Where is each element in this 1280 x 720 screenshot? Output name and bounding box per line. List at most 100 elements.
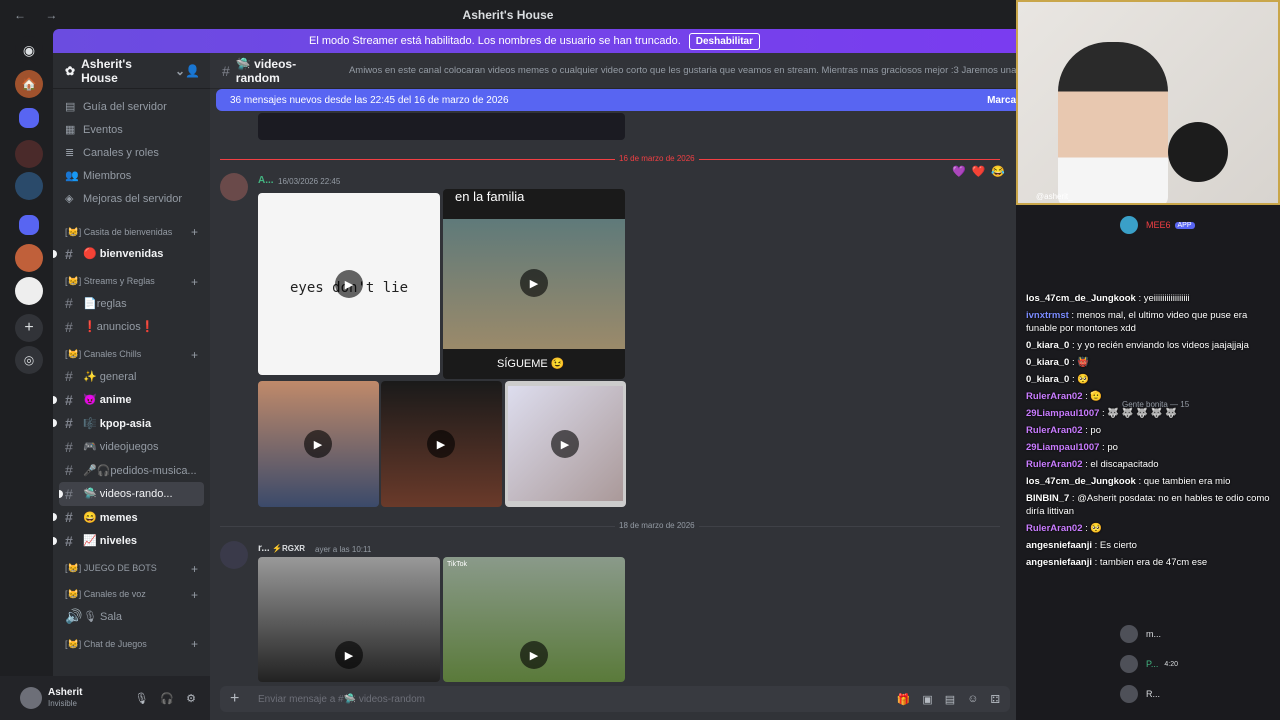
disable-streamer-button[interactable]: Deshabilitar xyxy=(688,32,761,50)
create-channel-icon[interactable]: + xyxy=(191,637,198,651)
create-channel-icon[interactable]: + xyxy=(191,348,198,362)
channel-category[interactable]: [😸] Streams y Reglas + xyxy=(53,272,210,292)
channel-item[interactable]: # 📄reglas xyxy=(53,292,210,316)
folder-icon[interactable] xyxy=(19,108,39,128)
channel-category[interactable]: [😸] JUEGO DE BOTS + xyxy=(53,559,210,579)
play-icon[interactable]: ▶ xyxy=(335,270,363,298)
avatar[interactable] xyxy=(220,541,248,569)
channel-category[interactable]: [😸] Casita de bienvenidas + xyxy=(53,222,210,242)
create-channel-icon[interactable]: + xyxy=(191,588,198,602)
reaction-laugh[interactable]: 😂 xyxy=(991,165,1005,178)
channel-category[interactable]: [😸] Canales Chills + xyxy=(53,345,210,365)
channel-label: 🎮 videojuegos xyxy=(83,441,159,454)
explore-icon[interactable]: ◎ xyxy=(15,346,43,374)
play-icon[interactable]: ▶ xyxy=(520,641,548,669)
video-attachment[interactable]: ▶ xyxy=(258,557,440,682)
channel-item[interactable]: 🔊 🎙 Sala xyxy=(53,605,210,629)
create-channel-icon[interactable]: + xyxy=(191,225,198,239)
new-messages-bar[interactable]: 36 mensajes nuevos desde las 22:45 del 1… xyxy=(216,89,1016,111)
emoji-icon[interactable]: ☺ xyxy=(967,693,978,706)
channel-item[interactable]: # ✨ general xyxy=(53,365,210,389)
server-header[interactable]: ✿ Asherit's House ⌄ 👤 xyxy=(53,53,210,89)
create-channel-icon[interactable]: + xyxy=(191,562,198,576)
member-item[interactable]: R... xyxy=(1120,679,1280,709)
mark-as-read-button[interactable]: Marca xyxy=(987,95,1016,106)
chat-text: Es cierto xyxy=(1099,540,1137,551)
discord-home-icon[interactable]: ◉ xyxy=(15,36,43,64)
server-icon-3[interactable] xyxy=(15,172,43,200)
channel-label: 🎼 kpop-asia xyxy=(83,417,152,430)
message-author[interactable]: A... xyxy=(258,175,274,186)
avatar[interactable] xyxy=(220,173,248,201)
add-server-icon[interactable]: + xyxy=(15,314,43,342)
video-attachment[interactable]: en la familia SÍGUEME 😉 ▶ xyxy=(443,189,625,379)
hash-icon: # xyxy=(65,295,73,312)
reaction-purple-heart[interactable]: 💜 xyxy=(952,165,966,178)
microphone-icon[interactable]: 🎙 xyxy=(134,692,148,705)
message-author[interactable]: r... xyxy=(258,543,270,554)
play-icon[interactable]: ▶ xyxy=(427,430,455,458)
channel-label: 📄reglas xyxy=(83,297,127,310)
channel-item[interactable]: # 🎮 videojuegos xyxy=(53,435,210,459)
hash-icon: # xyxy=(65,318,73,335)
channel-item[interactable]: # 😈 anime xyxy=(53,388,210,412)
folder-icon-2[interactable] xyxy=(19,215,39,235)
server-icon-2[interactable] xyxy=(15,140,43,168)
chat-message: 29Liampaul1007 : 🐺 🐺 🐺 🐺 🐺 xyxy=(1026,407,1270,420)
avatar[interactable] xyxy=(20,687,42,709)
channel-item[interactable]: # 🛸 videos-rando... xyxy=(59,482,204,506)
channel-label: ❗anuncios❗ xyxy=(83,321,155,334)
channel-item[interactable]: # 📈 niveles xyxy=(53,529,210,553)
settings-gear-icon[interactable]: ⚙ xyxy=(186,692,196,705)
member-item[interactable]: MEE6 APP xyxy=(1120,210,1280,240)
channel-label: 🛸 videos-rando... xyxy=(83,488,173,501)
channel-item[interactable]: # 🎼 kpop-asia xyxy=(53,412,210,436)
apps-icon[interactable]: ⚃ xyxy=(990,693,1000,706)
play-icon[interactable]: ▶ xyxy=(551,430,579,458)
channel-item[interactable]: # 😄 memes xyxy=(53,506,210,530)
headphones-icon[interactable]: 🎧 xyxy=(160,692,174,705)
unread-indicator xyxy=(59,489,63,498)
chat-message: los_47cm_de_Jungkook : que tambien era m… xyxy=(1026,475,1270,488)
play-icon[interactable]: ▶ xyxy=(304,430,332,458)
sticker-icon[interactable]: ▤ xyxy=(945,693,955,706)
chat-message: ivnxtrmst : menos mal, el ultimo video q… xyxy=(1026,309,1270,335)
channel-category[interactable]: [😸] Chat de Juegos + xyxy=(53,634,210,654)
chat-nickname: los_47cm_de_Jungkook xyxy=(1026,476,1136,487)
server-icon-5[interactable] xyxy=(15,277,43,305)
server-icon-4[interactable] xyxy=(15,244,43,272)
message-composer[interactable]: + Enviar mensaje a #🛸 videos-random 🎁 ▣ … xyxy=(220,686,1010,712)
server-menu-item[interactable]: ▦ Eventos xyxy=(53,118,210,141)
add-attachment-icon[interactable]: + xyxy=(230,690,239,708)
member-item[interactable]: m... xyxy=(1120,619,1280,649)
member-item[interactable]: P... 4:20 xyxy=(1120,649,1280,679)
channel-item[interactable]: # 🎤🎧pedidos-musica... xyxy=(53,459,210,483)
date-divider-label: 16 de marzo de 2026 xyxy=(615,154,699,163)
previous-media[interactable] xyxy=(258,113,625,140)
video-attachment[interactable]: ▶ xyxy=(258,381,379,507)
hash-icon: # xyxy=(65,438,73,455)
server-menu-item[interactable]: ◈ Mejoras del servidor xyxy=(53,187,210,210)
server-menu-item[interactable]: ▤ Guía del servidor xyxy=(53,95,210,118)
server-menu-item[interactable]: ≣ Canales y roles xyxy=(53,141,210,164)
play-icon[interactable]: ▶ xyxy=(520,269,548,297)
chat-message: RulerAran02 : 🥺 xyxy=(1026,522,1270,535)
video-attachment[interactable]: ▶ xyxy=(381,381,502,507)
channel-label: 🔴 bienvenidas xyxy=(83,248,164,261)
invite-icon[interactable]: 👤 xyxy=(185,64,200,78)
server-menu-item[interactable]: 👥 Miembros xyxy=(53,164,210,187)
channel-label: 😈 anime xyxy=(83,394,132,407)
reaction-red-heart[interactable]: ❤️ xyxy=(972,165,986,178)
channel-item[interactable]: # ❗anuncios❗ xyxy=(53,315,210,339)
channel-topic[interactable]: Amiwos en este canal colocaran videos me… xyxy=(349,65,1016,76)
gift-icon[interactable]: 🎁 xyxy=(897,693,911,706)
video-attachment[interactable]: eyes don't lie ▶ xyxy=(258,193,440,375)
play-icon[interactable]: ▶ xyxy=(335,641,363,669)
create-channel-icon[interactable]: + xyxy=(191,275,198,289)
video-attachment[interactable]: TikTok ▶ xyxy=(443,557,625,682)
channel-category[interactable]: [😸] Canales de voz + xyxy=(53,585,210,605)
video-attachment[interactable]: ▶ xyxy=(505,381,626,507)
gif-icon[interactable]: ▣ xyxy=(922,693,932,706)
server-icon-asherit[interactable]: 🏠 xyxy=(15,70,43,98)
channel-item[interactable]: # 🔴 bienvenidas xyxy=(53,242,210,266)
